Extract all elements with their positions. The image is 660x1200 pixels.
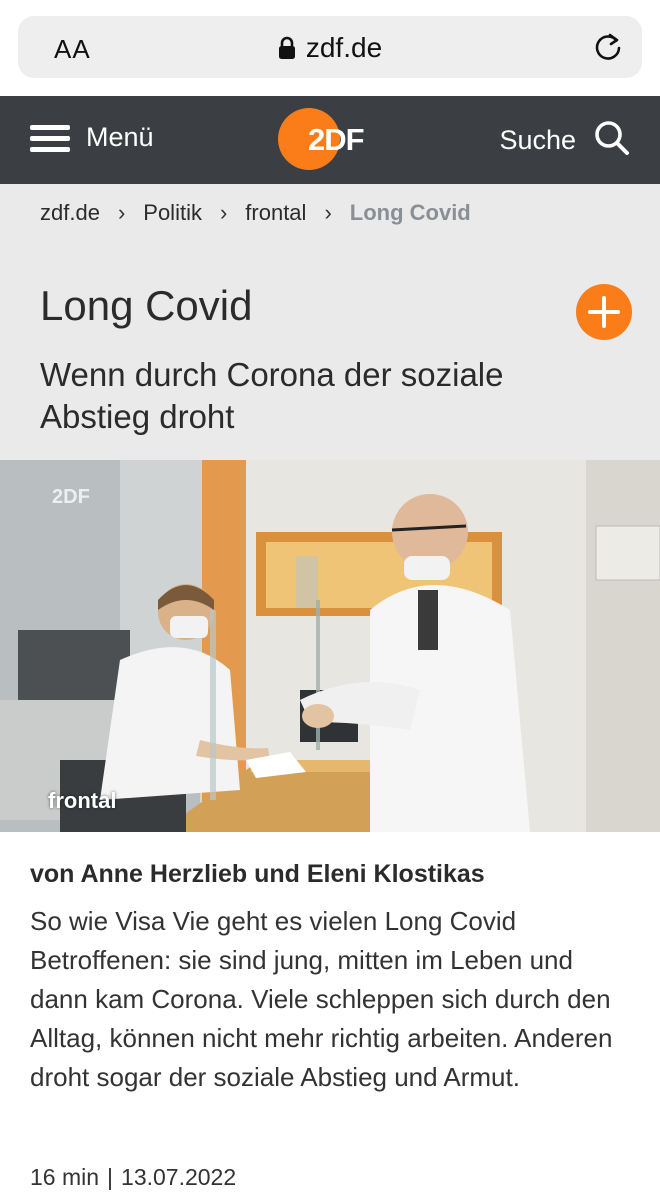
search-icon — [594, 120, 630, 161]
article-authors: von Anne Herzlieb und Eleni Klostikas — [30, 860, 485, 888]
logo-text: 2DF — [308, 122, 364, 157]
lock-icon — [278, 35, 296, 67]
video-duration: 16 min — [30, 1164, 100, 1190]
menu-label: Menü — [86, 122, 154, 152]
breadcrumb: zdf.de › Politik › frontal › Long Covid — [40, 200, 471, 226]
breadcrumb-item-frontal[interactable]: frontal — [245, 200, 306, 226]
address-bar[interactable]: AA zdf.de — [18, 16, 642, 78]
url-text: zdf.de — [305, 32, 383, 63]
page-subtitle: Wenn durch Corona der soziale Abstieg dr… — [40, 356, 504, 435]
search-label: Suche — [499, 125, 576, 155]
meta-separator: | — [107, 1164, 114, 1190]
reload-icon[interactable] — [592, 31, 624, 68]
video-watermark-logo: 2DF — [52, 486, 90, 508]
article-header: zdf.de › Politik › frontal › Long Covid … — [0, 184, 660, 460]
search-button[interactable]: Suche — [499, 120, 630, 161]
video-player[interactable]: 2DF frontal — [0, 460, 660, 832]
breadcrumb-item-zdf[interactable]: zdf.de — [40, 200, 100, 226]
chevron-right-icon: › — [324, 200, 332, 225]
page-title: Long Covid — [40, 282, 253, 329]
zdf-logo[interactable]: 2DF — [278, 108, 382, 170]
browser-toolbar: AA zdf.de — [0, 0, 660, 96]
breadcrumb-item-politik[interactable]: Politik — [143, 200, 202, 226]
chevron-right-icon: › — [219, 200, 228, 225]
site-header: Menü 2DF Suche — [0, 96, 660, 184]
video-thumbnail — [0, 460, 660, 832]
video-watermark-show: frontal — [48, 788, 117, 813]
hamburger-icon — [30, 123, 70, 153]
menu-button[interactable]: Menü — [30, 122, 154, 153]
article-meta: 16 min | 13.07.2022 — [30, 1164, 236, 1191]
add-to-watchlist-button[interactable] — [576, 284, 632, 340]
publish-date: 13.07.2022 — [121, 1164, 237, 1190]
breadcrumb-item-current: Long Covid — [349, 200, 471, 225]
url-display[interactable]: zdf.de — [18, 32, 642, 67]
article-teaser: So wie Visa Vie geht es vielen Long Covi… — [30, 906, 613, 1092]
chevron-right-icon: › — [117, 200, 126, 225]
